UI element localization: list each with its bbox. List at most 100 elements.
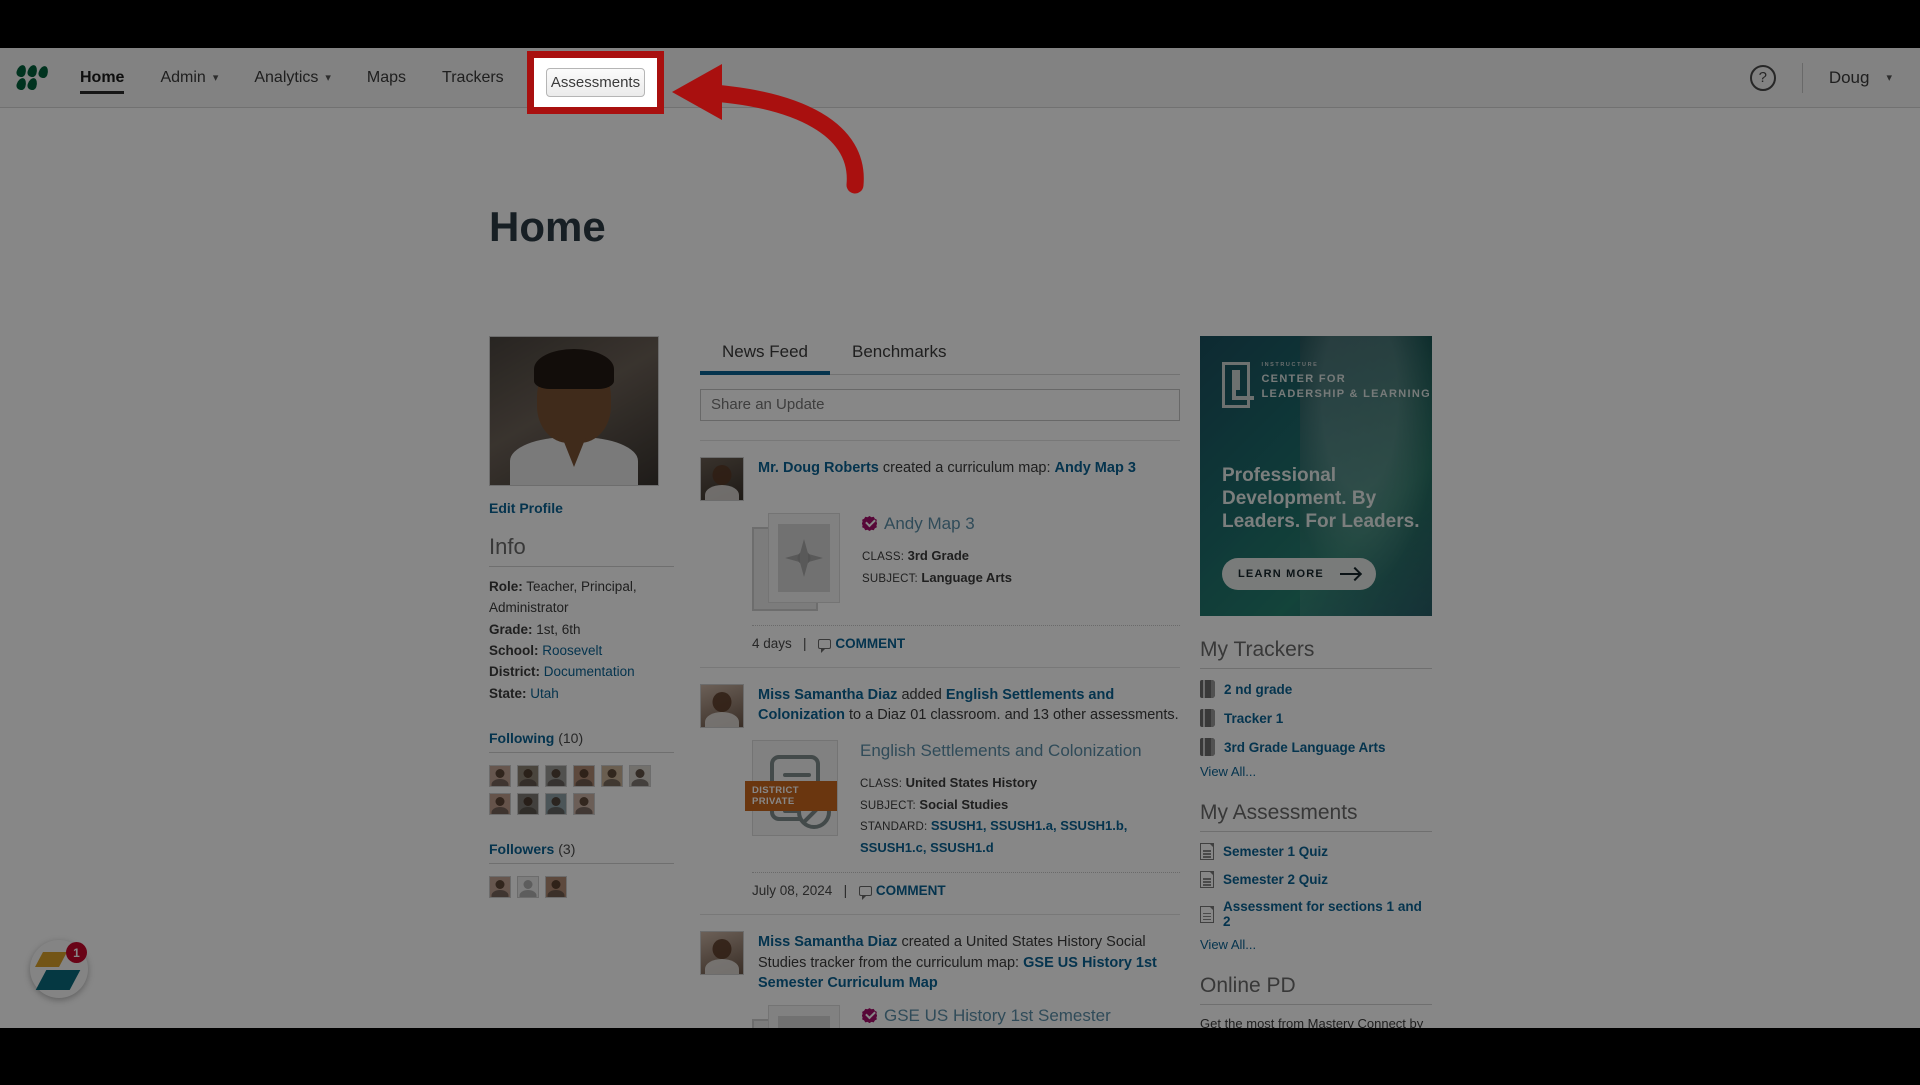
tab-news-feed[interactable]: News Feed bbox=[700, 336, 830, 375]
card-meta: GSE US History 1st Semester Curriculum M… bbox=[862, 1005, 1180, 1028]
followers-avatars bbox=[489, 875, 674, 898]
avatar[interactable] bbox=[601, 764, 623, 787]
user-menu-label: Doug bbox=[1828, 67, 1870, 87]
tracker-item[interactable]: Tracker 1 bbox=[1200, 709, 1432, 727]
tracker-icon bbox=[1200, 738, 1215, 756]
following-header[interactable]: Following (10) bbox=[489, 730, 674, 746]
promo-cta-button[interactable]: LEARN MORE bbox=[1222, 558, 1376, 590]
followers-label: Followers bbox=[489, 840, 555, 857]
promo-cta-label: LEARN MORE bbox=[1238, 568, 1324, 580]
verified-badge-icon bbox=[862, 1008, 877, 1024]
avatar[interactable] bbox=[489, 875, 511, 898]
avatar[interactable] bbox=[545, 792, 567, 815]
avatar[interactable] bbox=[517, 792, 539, 815]
meta-key: SUBJECT: bbox=[860, 799, 916, 812]
followers-header[interactable]: Followers (3) bbox=[489, 841, 674, 857]
nav-divider bbox=[1801, 62, 1803, 93]
card-title-text: GSE US History 1st Semester Curriculum M… bbox=[884, 1006, 1111, 1026]
verified-badge-icon bbox=[862, 516, 877, 531]
document-icon bbox=[1200, 905, 1214, 923]
meta-row-class: CLASS: United States History bbox=[860, 772, 1180, 794]
avatar[interactable] bbox=[545, 764, 567, 787]
avatar[interactable] bbox=[573, 764, 595, 787]
tracker-item[interactable]: 3rd Grade Language Arts bbox=[1200, 738, 1432, 756]
nav-item-assessments[interactable]: Assessments bbox=[537, 61, 659, 94]
nav-right-cluster: ? Doug ▾ bbox=[1749, 62, 1920, 93]
info-value-link[interactable]: Utah bbox=[530, 686, 559, 701]
assessment-thumbnail[interactable]: DISTRICT PRIVATE bbox=[745, 740, 838, 836]
nav-item-analytics[interactable]: Analytics ▾ bbox=[236, 48, 349, 108]
trackers-view-all-link[interactable]: View All... bbox=[1200, 764, 1432, 779]
nav-item-maps[interactable]: Maps bbox=[349, 48, 424, 108]
comment-link[interactable]: COMMENT bbox=[835, 636, 905, 651]
meta-value: 3rd Grade bbox=[907, 548, 970, 564]
post-action: created a curriculum map: bbox=[878, 460, 1055, 476]
info-key: Role: bbox=[489, 579, 523, 594]
info-row-grade: Grade: 1st, 6th bbox=[489, 619, 674, 640]
online-pd-section: Online PD Get the most from Mastery Conn… bbox=[1200, 974, 1432, 1028]
share-update-input[interactable] bbox=[700, 389, 1180, 421]
mastery-connect-logo-icon bbox=[15, 63, 50, 91]
avatar[interactable] bbox=[700, 931, 744, 976]
nav-item-label: Analytics bbox=[254, 68, 319, 86]
user-menu-button[interactable]: Doug ▾ bbox=[1829, 68, 1892, 88]
comment-link[interactable]: COMMENT bbox=[876, 883, 946, 898]
tracker-item[interactable]: 2 nd grade bbox=[1200, 680, 1432, 698]
post-card: DISTRICT PRIVATE English Settlements and… bbox=[745, 740, 1180, 858]
right-sidebar: INSTRUCTURE CENTER FOR LEADERSHIP & LEAR… bbox=[1200, 336, 1432, 1028]
card-title-link[interactable]: English Settlements and Colonization bbox=[860, 740, 1180, 762]
arrow-right-icon bbox=[1339, 573, 1360, 575]
help-icon[interactable]: ? bbox=[1749, 64, 1776, 91]
avatar-placeholder-icon[interactable] bbox=[517, 875, 539, 898]
promo-banner[interactable]: INSTRUCTURE CENTER FOR LEADERSHIP & LEAR… bbox=[1200, 336, 1432, 616]
nav-item-admin[interactable]: Admin ▾ bbox=[142, 48, 236, 108]
avatar[interactable] bbox=[629, 764, 651, 787]
meta-row-subject: SUBJECT: Social Studies bbox=[860, 794, 1180, 816]
assessment-item[interactable]: Semester 2 Quiz bbox=[1200, 871, 1432, 888]
chevron-down-icon: ▾ bbox=[212, 72, 219, 84]
news-feed-column: News Feed Benchmarks Mr. Doug Roberts cr… bbox=[700, 336, 1180, 1028]
edit-profile-link[interactable]: Edit Profile bbox=[489, 500, 674, 516]
post-time: 4 days bbox=[752, 636, 792, 651]
avatar[interactable] bbox=[700, 457, 744, 501]
post-author-link[interactable]: Miss Samantha Diaz bbox=[758, 687, 897, 703]
avatar[interactable] bbox=[545, 875, 567, 898]
info-value-link[interactable]: Roosevelt bbox=[542, 643, 602, 658]
assessment-item[interactable]: Semester 1 Quiz bbox=[1200, 843, 1432, 860]
card-meta-rows: CLASS: 3rd Grade SUBJECT: Language Arts bbox=[862, 545, 1180, 588]
post-author-link[interactable]: Miss Samantha Diaz bbox=[758, 934, 897, 950]
map-thumbnail[interactable] bbox=[752, 1005, 840, 1028]
assessments-view-all-link[interactable]: View All... bbox=[1200, 937, 1432, 952]
info-value: 1st, 6th bbox=[536, 621, 581, 637]
info-value-link[interactable]: Documentation bbox=[544, 664, 635, 679]
avatar[interactable] bbox=[489, 792, 511, 815]
avatar[interactable] bbox=[700, 684, 744, 728]
notifications-fab[interactable]: 1 bbox=[30, 940, 88, 998]
page-content: Home Edit Profile Info Role: Teacher, Pr… bbox=[0, 108, 1920, 1028]
assessment-item[interactable]: Assessment for sections 1 and 2 bbox=[1200, 899, 1432, 929]
tab-benchmarks[interactable]: Benchmarks bbox=[830, 336, 968, 374]
avatar[interactable] bbox=[573, 792, 595, 815]
nav-item-trackers[interactable]: Trackers bbox=[424, 48, 522, 108]
card-title-link[interactable]: GSE US History 1st Semester Curriculum M… bbox=[862, 1005, 1180, 1028]
post-author-link[interactable]: Mr. Doug Roberts bbox=[758, 460, 879, 476]
nav-item-home[interactable]: Home bbox=[62, 48, 142, 108]
info-key: Grade: bbox=[489, 621, 533, 637]
map-thumbnail[interactable] bbox=[752, 513, 840, 611]
meta-row-subject: SUBJECT: Language Arts bbox=[862, 567, 1180, 589]
my-assessments-section: My Assessments Semester 1 Quiz Semester … bbox=[1200, 801, 1432, 952]
meta-row-class: CLASS: 3rd Grade bbox=[862, 545, 1180, 567]
avatar[interactable] bbox=[489, 764, 511, 787]
post-card: Andy Map 3 CLASS: 3rd Grade SUBJECT: Lan… bbox=[752, 513, 1180, 611]
nav-links: Home Admin ▾ Analytics ▾ Maps Trackers A… bbox=[62, 48, 675, 108]
post-time: July 08, 2024 bbox=[752, 883, 833, 899]
app-logo[interactable] bbox=[0, 63, 62, 91]
info-row-school: School: Roosevelt bbox=[489, 640, 674, 661]
avatar[interactable] bbox=[517, 764, 539, 787]
info-key: District: bbox=[489, 664, 541, 680]
info-key: State: bbox=[489, 685, 527, 701]
following-avatars bbox=[489, 764, 674, 815]
post-target-link[interactable]: Andy Map 3 bbox=[1055, 460, 1136, 476]
info-list: Role: Teacher, Principal, Administrator … bbox=[489, 576, 674, 704]
card-title-link[interactable]: Andy Map 3 bbox=[862, 513, 1180, 535]
